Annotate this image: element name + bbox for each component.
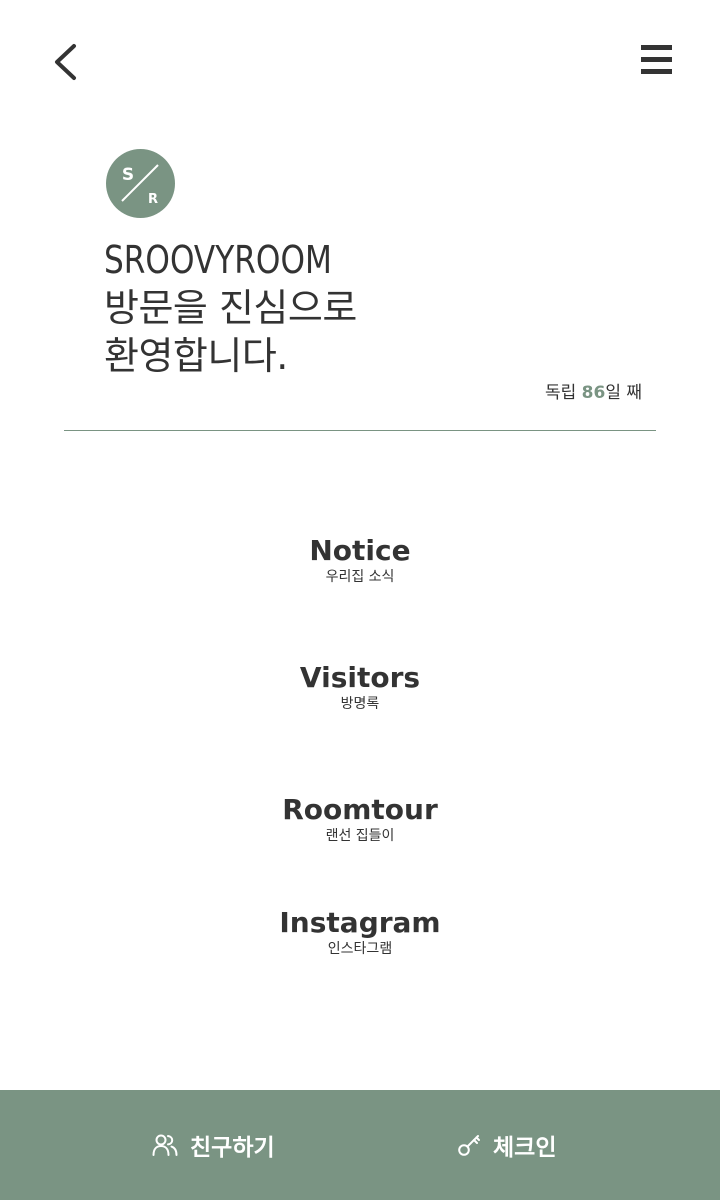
independence-days: 86 (581, 383, 606, 403)
logo-bottom-letter: R (148, 192, 158, 207)
welcome-brand: SROOVYROOM (104, 238, 332, 282)
divider (64, 430, 656, 431)
welcome-line-2: 방문을 진심으로 (104, 286, 357, 330)
menu-item-subtitle: 우리집 소식 (325, 569, 395, 585)
menu-item-visitors[interactable]: Visitors 방명록 (160, 661, 560, 713)
independence-suffix: 일 째 (605, 383, 642, 403)
menu-item-roomtour[interactable]: Roomtour 랜선 집들이 (160, 793, 560, 845)
logo-top-letter: S (122, 165, 134, 185)
logo-mark: S R (121, 164, 159, 207)
back-button[interactable] (46, 38, 90, 86)
menu-button[interactable] (636, 40, 678, 80)
add-friend-label: 친구하기 (190, 1135, 275, 1161)
menu-item-title: Notice (309, 534, 411, 567)
menu-item-instagram[interactable]: Instagram 인스타그램 (160, 906, 560, 958)
menu-item-subtitle: 방명록 (340, 696, 380, 712)
users-icon (152, 1134, 178, 1156)
independence-counter: 독립 86일 째 (545, 382, 642, 404)
add-friend-button[interactable]: 친구하기 (152, 1090, 275, 1200)
menu-item-notice[interactable]: Notice 우리집 소식 (160, 534, 560, 586)
menu-item-title: Instagram (279, 906, 441, 939)
welcome-line-3: 환영합니다. (104, 334, 288, 378)
welcome-heading: SROOVYROOM 방문을 진심으로 환영합니다. (104, 236, 382, 380)
key-icon (458, 1135, 480, 1156)
menu-item-subtitle: 인스타그램 (327, 941, 393, 957)
independence-prefix: 독립 (544, 383, 582, 403)
menu-item-title: Visitors (299, 661, 421, 694)
menu-item-subtitle: 랜선 집들이 (325, 828, 395, 844)
hamburger-menu-icon (641, 45, 672, 74)
logo: S R (106, 149, 175, 218)
bottom-action-bar: 친구하기 체크인 (0, 1090, 720, 1200)
menu-item-title: Roomtour (282, 793, 438, 826)
chevron-left-icon (55, 44, 76, 80)
checkin-button[interactable]: 체크인 (457, 1090, 556, 1200)
checkin-label: 체크인 (493, 1135, 557, 1161)
